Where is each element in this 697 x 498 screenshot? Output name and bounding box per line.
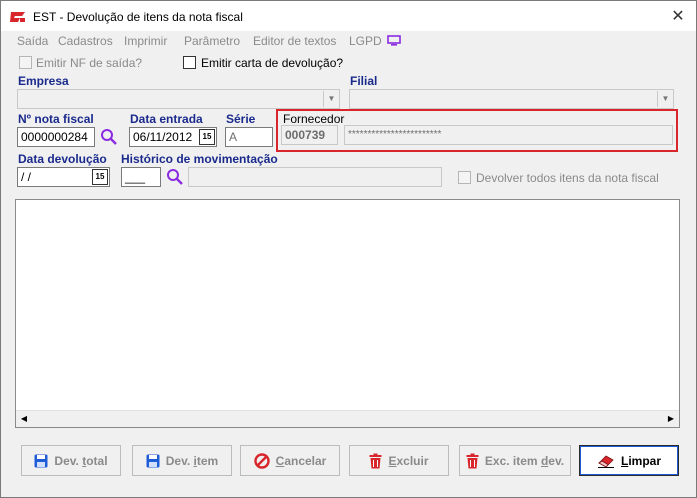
excluir-button[interactable]: Excluir xyxy=(349,445,449,476)
menu-item-lgpd[interactable]: LGPD xyxy=(349,34,382,48)
filial-select[interactable] xyxy=(349,89,674,109)
dev-total-label: Dev. total xyxy=(54,453,108,468)
data-devolucao-value: / / xyxy=(21,170,32,184)
search-icon[interactable] xyxy=(100,128,118,146)
menu-item-saida[interactable]: Saída xyxy=(17,34,48,48)
empresa-dropdown-arrow-icon[interactable]: ▼ xyxy=(323,91,339,107)
fornecedor-name-field[interactable]: ************************ xyxy=(344,125,673,145)
items-grid[interactable]: ◀ ▶ xyxy=(15,199,680,428)
emitir-carta-checkbox[interactable] xyxy=(183,56,196,69)
menu-item-editor-textos[interactable]: Editor de textos xyxy=(253,34,336,48)
historico-label: Histórico de movimentação xyxy=(121,152,278,166)
historico-code-input[interactable]: ___ xyxy=(121,167,161,187)
nota-fiscal-label: Nº nota fiscal xyxy=(18,112,94,126)
scroll-left-icon[interactable]: ◀ xyxy=(18,413,30,425)
filial-dropdown-arrow-icon[interactable]: ▼ xyxy=(657,91,673,107)
search-icon[interactable] xyxy=(166,168,184,186)
dev-item-button[interactable]: Dev. item xyxy=(132,445,232,476)
devolver-todos-checkbox[interactable] xyxy=(458,171,471,184)
data-entrada-value: 06/11/2012 xyxy=(133,130,193,144)
monitor-icon[interactable] xyxy=(387,35,401,46)
data-entrada-input[interactable]: 06/11/2012 15 xyxy=(129,127,217,147)
serie-input[interactable]: A xyxy=(225,127,273,147)
menu-bar: Saída Cadastros Imprimir Parâmetro Edito… xyxy=(1,31,696,51)
floppy-icon xyxy=(34,454,48,467)
dev-item-label: Dev. item xyxy=(165,453,219,468)
menu-item-parametro[interactable]: Parâmetro xyxy=(184,34,240,48)
emitir-nf-label: Emitir NF de saída? xyxy=(36,56,143,70)
filial-label: Filial xyxy=(350,74,378,88)
trash-icon xyxy=(466,453,479,468)
cancelar-label: Cancelar xyxy=(275,453,327,468)
cancelar-button[interactable]: Cancelar xyxy=(240,445,340,476)
menu-item-imprimir[interactable]: Imprimir xyxy=(124,34,167,48)
excluir-label: Excluir xyxy=(388,453,429,468)
horizontal-scrollbar[interactable]: ◀ ▶ xyxy=(16,410,679,427)
exc-item-dev-button[interactable]: Exc. item dev. xyxy=(459,445,571,476)
fornecedor-label: Fornecedor xyxy=(283,112,345,126)
data-devolucao-input[interactable]: / / 15 xyxy=(17,167,110,187)
empresa-select[interactable] xyxy=(17,89,340,109)
floppy-icon xyxy=(146,454,160,467)
fornecedor-code-field[interactable]: 000739 xyxy=(281,125,338,145)
empresa-label: Empresa xyxy=(18,74,69,88)
calendar-icon[interactable]: 15 xyxy=(92,169,108,185)
window-title: EST - Devolução de itens da nota fiscal xyxy=(33,10,243,24)
nota-fiscal-input[interactable]: 0000000284 xyxy=(17,127,95,147)
emitir-carta-label: Emitir carta de devolução? xyxy=(201,56,344,70)
limpar-label: Limpar xyxy=(620,453,662,468)
cancel-icon xyxy=(253,452,270,469)
title-bar: EST - Devolução de itens da nota fiscal … xyxy=(1,1,696,31)
data-devolucao-label: Data devolução xyxy=(18,152,107,166)
historico-desc-field xyxy=(188,167,442,187)
emitir-nf-checkbox[interactable] xyxy=(19,56,32,69)
menu-item-cadastros[interactable]: Cadastros xyxy=(58,34,113,48)
close-button[interactable]: ✕ xyxy=(668,7,688,27)
limpar-button[interactable]: Limpar xyxy=(579,445,679,476)
eraser-icon xyxy=(597,455,614,468)
dialog-window: EST - Devolução de itens da nota fiscal … xyxy=(0,0,697,498)
dev-total-button[interactable]: Dev. total xyxy=(21,445,121,476)
app-logo-icon xyxy=(10,12,25,22)
data-entrada-label: Data entrada xyxy=(130,112,203,126)
devolver-todos-label: Devolver todos itens da nota fiscal xyxy=(476,171,659,185)
calendar-icon[interactable]: 15 xyxy=(199,129,215,145)
trash-icon xyxy=(369,453,382,468)
exc-item-dev-label: Exc. item dev. xyxy=(484,453,565,468)
serie-label: Série xyxy=(226,112,256,126)
scroll-right-icon[interactable]: ▶ xyxy=(665,413,677,425)
